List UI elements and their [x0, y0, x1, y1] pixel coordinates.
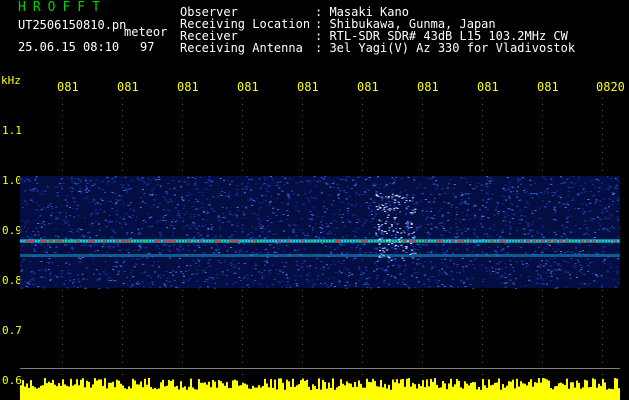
time-tick: 081	[297, 80, 319, 94]
antenna-value: : 3el Yagi(V) Az 330 for Vladivostok	[315, 41, 576, 55]
time-tick: 081	[417, 80, 439, 94]
time-tick: 081	[57, 80, 79, 94]
freq-tick: 0.6	[2, 374, 22, 387]
antenna-label: Receiving Antenna	[180, 41, 303, 55]
info-values: : Masaki Kano : Shibukawa, Gunma, Japan …	[315, 6, 575, 54]
frequency-unit: kHz	[1, 74, 21, 87]
file-type: meteor	[124, 25, 168, 39]
freq-tick: 1.0	[2, 174, 22, 187]
spectrogram	[20, 98, 620, 400]
time-tick: 0820	[596, 80, 625, 94]
time-tick: 081	[237, 80, 259, 94]
detection-count: 97	[140, 40, 155, 54]
date-time: 25.06.15 08:10	[18, 40, 120, 54]
time-tick: 081	[177, 80, 199, 94]
time-tick: 081	[477, 80, 499, 94]
freq-tick: 0.9	[2, 224, 22, 237]
freq-tick: 0.8	[2, 274, 22, 287]
time-tick: 081	[117, 80, 139, 94]
spectrogram-canvas	[20, 98, 620, 400]
app-title: HROFFT	[18, 0, 107, 15]
info-labels: Observer Receiving Location Receiver Rec…	[180, 6, 310, 54]
file-name: UT2506150810.pn	[18, 18, 127, 32]
time-tick: 081	[357, 80, 379, 94]
freq-tick: 1.1	[2, 124, 22, 137]
freq-tick: 0.7	[2, 324, 22, 337]
time-tick: 081	[537, 80, 559, 94]
